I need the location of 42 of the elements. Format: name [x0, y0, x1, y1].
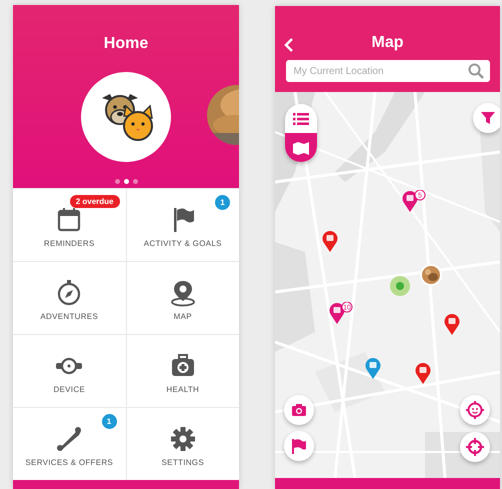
tile-label: REMINDERS	[44, 239, 95, 248]
search-icon[interactable]	[468, 63, 484, 79]
menu-tile[interactable]: 2 overdue REMINDERS	[13, 189, 126, 261]
carousel-dot[interactable]	[124, 179, 128, 184]
tile-label: ADVENTURES	[40, 312, 98, 321]
map-pin-icon	[168, 279, 197, 307]
menu-tile[interactable]: 1 ACTIVITY & GOALS	[126, 189, 239, 261]
tile-label: SETTINGS	[162, 458, 204, 467]
screen-title: Map	[372, 34, 404, 52]
camera-icon	[292, 404, 306, 416]
count-badge: 1	[102, 414, 116, 429]
list-icon	[293, 112, 309, 124]
crosshair-icon	[466, 438, 484, 456]
carousel-dot[interactable]	[114, 179, 120, 184]
carousel-dot[interactable]	[132, 179, 138, 184]
menu-tile[interactable]: HEALTH	[126, 335, 239, 407]
map-pin[interactable]	[444, 313, 460, 335]
funnel-icon	[481, 111, 495, 125]
map-view-button[interactable]	[285, 133, 317, 162]
menu-tile[interactable]: 1 SERVICES & OFFERS	[13, 408, 126, 480]
map-pin[interactable]	[322, 230, 338, 252]
map-pin[interactable]	[365, 357, 381, 379]
map-pin[interactable]	[415, 362, 431, 384]
back-icon[interactable]	[284, 37, 294, 53]
face-target-icon	[466, 401, 484, 419]
gear-icon	[168, 425, 197, 453]
screen-title: Home	[104, 35, 148, 53]
tile-label: SERVICES & OFFERS	[25, 458, 114, 467]
count-badge: 1	[215, 195, 230, 210]
tile-label: HEALTH	[166, 385, 200, 394]
folded-map-icon	[293, 140, 309, 155]
tile-label: ACTIVITY & GOALS	[144, 239, 222, 248]
flag-icon	[292, 438, 306, 454]
search-field[interactable]: My Current Location	[286, 60, 490, 82]
menu-tile[interactable]: MAP	[126, 262, 239, 334]
tile-label: DEVICE	[53, 385, 86, 394]
tile-label: MAP	[174, 312, 192, 321]
menu-tile[interactable]: DEVICE	[13, 335, 126, 407]
menu-tile[interactable]: ADVENTURES	[13, 262, 126, 334]
bone-icon	[55, 425, 84, 453]
menu-tile[interactable]: SETTINGS	[126, 408, 239, 480]
overdue-badge: 2 overdue	[70, 195, 120, 208]
